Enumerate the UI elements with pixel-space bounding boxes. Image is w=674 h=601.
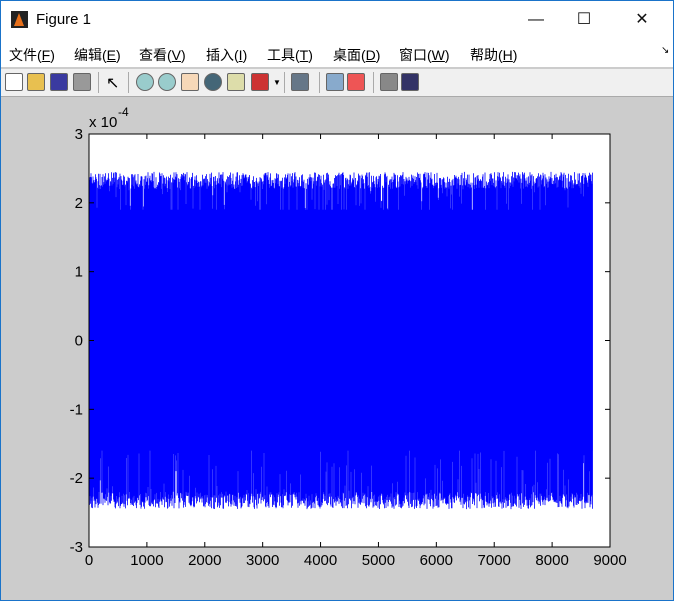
link-icon[interactable] xyxy=(291,73,309,91)
zoom-out-icon[interactable] xyxy=(158,73,176,91)
menu-w[interactable]: 窗口(W) xyxy=(399,45,450,65)
print-icon[interactable] xyxy=(73,73,91,91)
menu-bar: 文件(F) 编辑(E) 查看(V) 插入(I) 工具(T) 桌面(D) 窗口(W) 帮助(H)… xyxy=(1,39,673,67)
menu-key: W xyxy=(431,47,445,63)
menu-label: 查看 xyxy=(139,47,167,63)
y-tick-label: 1 xyxy=(75,264,83,281)
y-tick-label: -1 xyxy=(70,401,83,418)
save-icon[interactable] xyxy=(50,73,68,91)
x-tick-label: 1000 xyxy=(130,552,163,569)
close-button[interactable]: ✕ xyxy=(619,1,665,39)
maximize-button[interactable]: ☐ xyxy=(561,1,607,39)
y-tick-label: -2 xyxy=(70,470,83,487)
menu-label: 工具 xyxy=(267,47,295,63)
x-tick-label: 2000 xyxy=(188,552,221,569)
menu-key: T xyxy=(299,47,309,63)
menu-i[interactable]: 插入(I) xyxy=(206,45,247,65)
menu-label: 文件 xyxy=(9,47,37,63)
menu-key: F xyxy=(41,47,51,63)
brush-dropdown-icon[interactable]: ▼ xyxy=(273,78,291,96)
y-tick-label: -3 xyxy=(70,539,83,556)
menu-key: I xyxy=(238,47,243,63)
menu-label: 插入 xyxy=(206,47,234,63)
toolbar-separator xyxy=(373,72,374,93)
minimize-button[interactable]: — xyxy=(513,1,559,39)
signal-fill xyxy=(89,209,593,451)
x-tick-label: 4000 xyxy=(304,552,337,569)
x-tick-label: 6000 xyxy=(420,552,453,569)
toolbar-separator xyxy=(319,72,320,93)
expand-toolbar-icon[interactable]: ↘ xyxy=(661,45,669,56)
menu-t[interactable]: 工具(T) xyxy=(267,45,313,65)
window-title: Figure 1 xyxy=(36,11,92,28)
data-cursor-icon[interactable] xyxy=(227,73,245,91)
new-figure-icon[interactable] xyxy=(5,73,23,91)
rotate-3d-icon[interactable] xyxy=(204,73,222,91)
menu-key: H xyxy=(502,47,513,63)
menu-label: 帮助 xyxy=(470,47,498,63)
menu-f[interactable]: 文件(F) xyxy=(9,45,55,65)
open-icon[interactable] xyxy=(27,73,45,91)
y-exponent-base: x 10 xyxy=(89,114,117,131)
x-tick-label: 9000 xyxy=(593,552,626,569)
menu-e[interactable]: 编辑(E) xyxy=(74,45,121,65)
figure-window: Figure 1 — ☐ ✕ 文件(F) 编辑(E) 查看(V) 插入(I) 工具(T)… xyxy=(0,0,674,601)
menu-label: 编辑 xyxy=(74,47,102,63)
x-tick-label: 8000 xyxy=(535,552,568,569)
brush-icon[interactable] xyxy=(251,73,269,91)
y-tick-label: 3 xyxy=(75,126,83,143)
menu-key: D xyxy=(365,47,376,63)
menu-h[interactable]: 帮助(H) xyxy=(470,45,517,65)
menu-v[interactable]: 查看(V) xyxy=(139,45,186,65)
x-tick-label: 0 xyxy=(85,552,93,569)
matlab-logo-icon xyxy=(11,11,28,28)
x-tick-label: 3000 xyxy=(246,552,279,569)
legend-icon[interactable] xyxy=(347,73,365,91)
y-exponent: -4 xyxy=(118,105,129,119)
plot-area: 0 1000 2000 3000 4000 5000 6000 7000 8000 9000 3 2 1… xyxy=(70,105,627,569)
colorbar-icon[interactable] xyxy=(326,73,344,91)
menu-key: E xyxy=(106,47,117,63)
show-plot-tools-icon[interactable] xyxy=(401,73,419,91)
zoom-in-icon[interactable] xyxy=(136,73,154,91)
title-bar: Figure 1 — ☐ ✕ xyxy=(1,1,673,39)
menu-label: 窗口 xyxy=(399,47,427,63)
x-tick-label: 5000 xyxy=(362,552,395,569)
y-tick-label: 2 xyxy=(75,195,83,212)
toolbar: ↖ ▼ xyxy=(1,68,673,97)
menu-key: V xyxy=(171,47,182,63)
toolbar-separator xyxy=(98,72,99,93)
pointer-icon[interactable]: ↖ xyxy=(106,73,124,92)
x-tick-label: 7000 xyxy=(478,552,511,569)
menu-d[interactable]: 桌面(D) xyxy=(333,45,380,65)
y-tick-label: 0 xyxy=(75,333,83,350)
toolbar-separator xyxy=(128,72,129,93)
menu-label: 桌面 xyxy=(333,47,361,63)
pan-icon[interactable] xyxy=(181,73,199,91)
hide-plot-tools-icon[interactable] xyxy=(380,73,398,91)
